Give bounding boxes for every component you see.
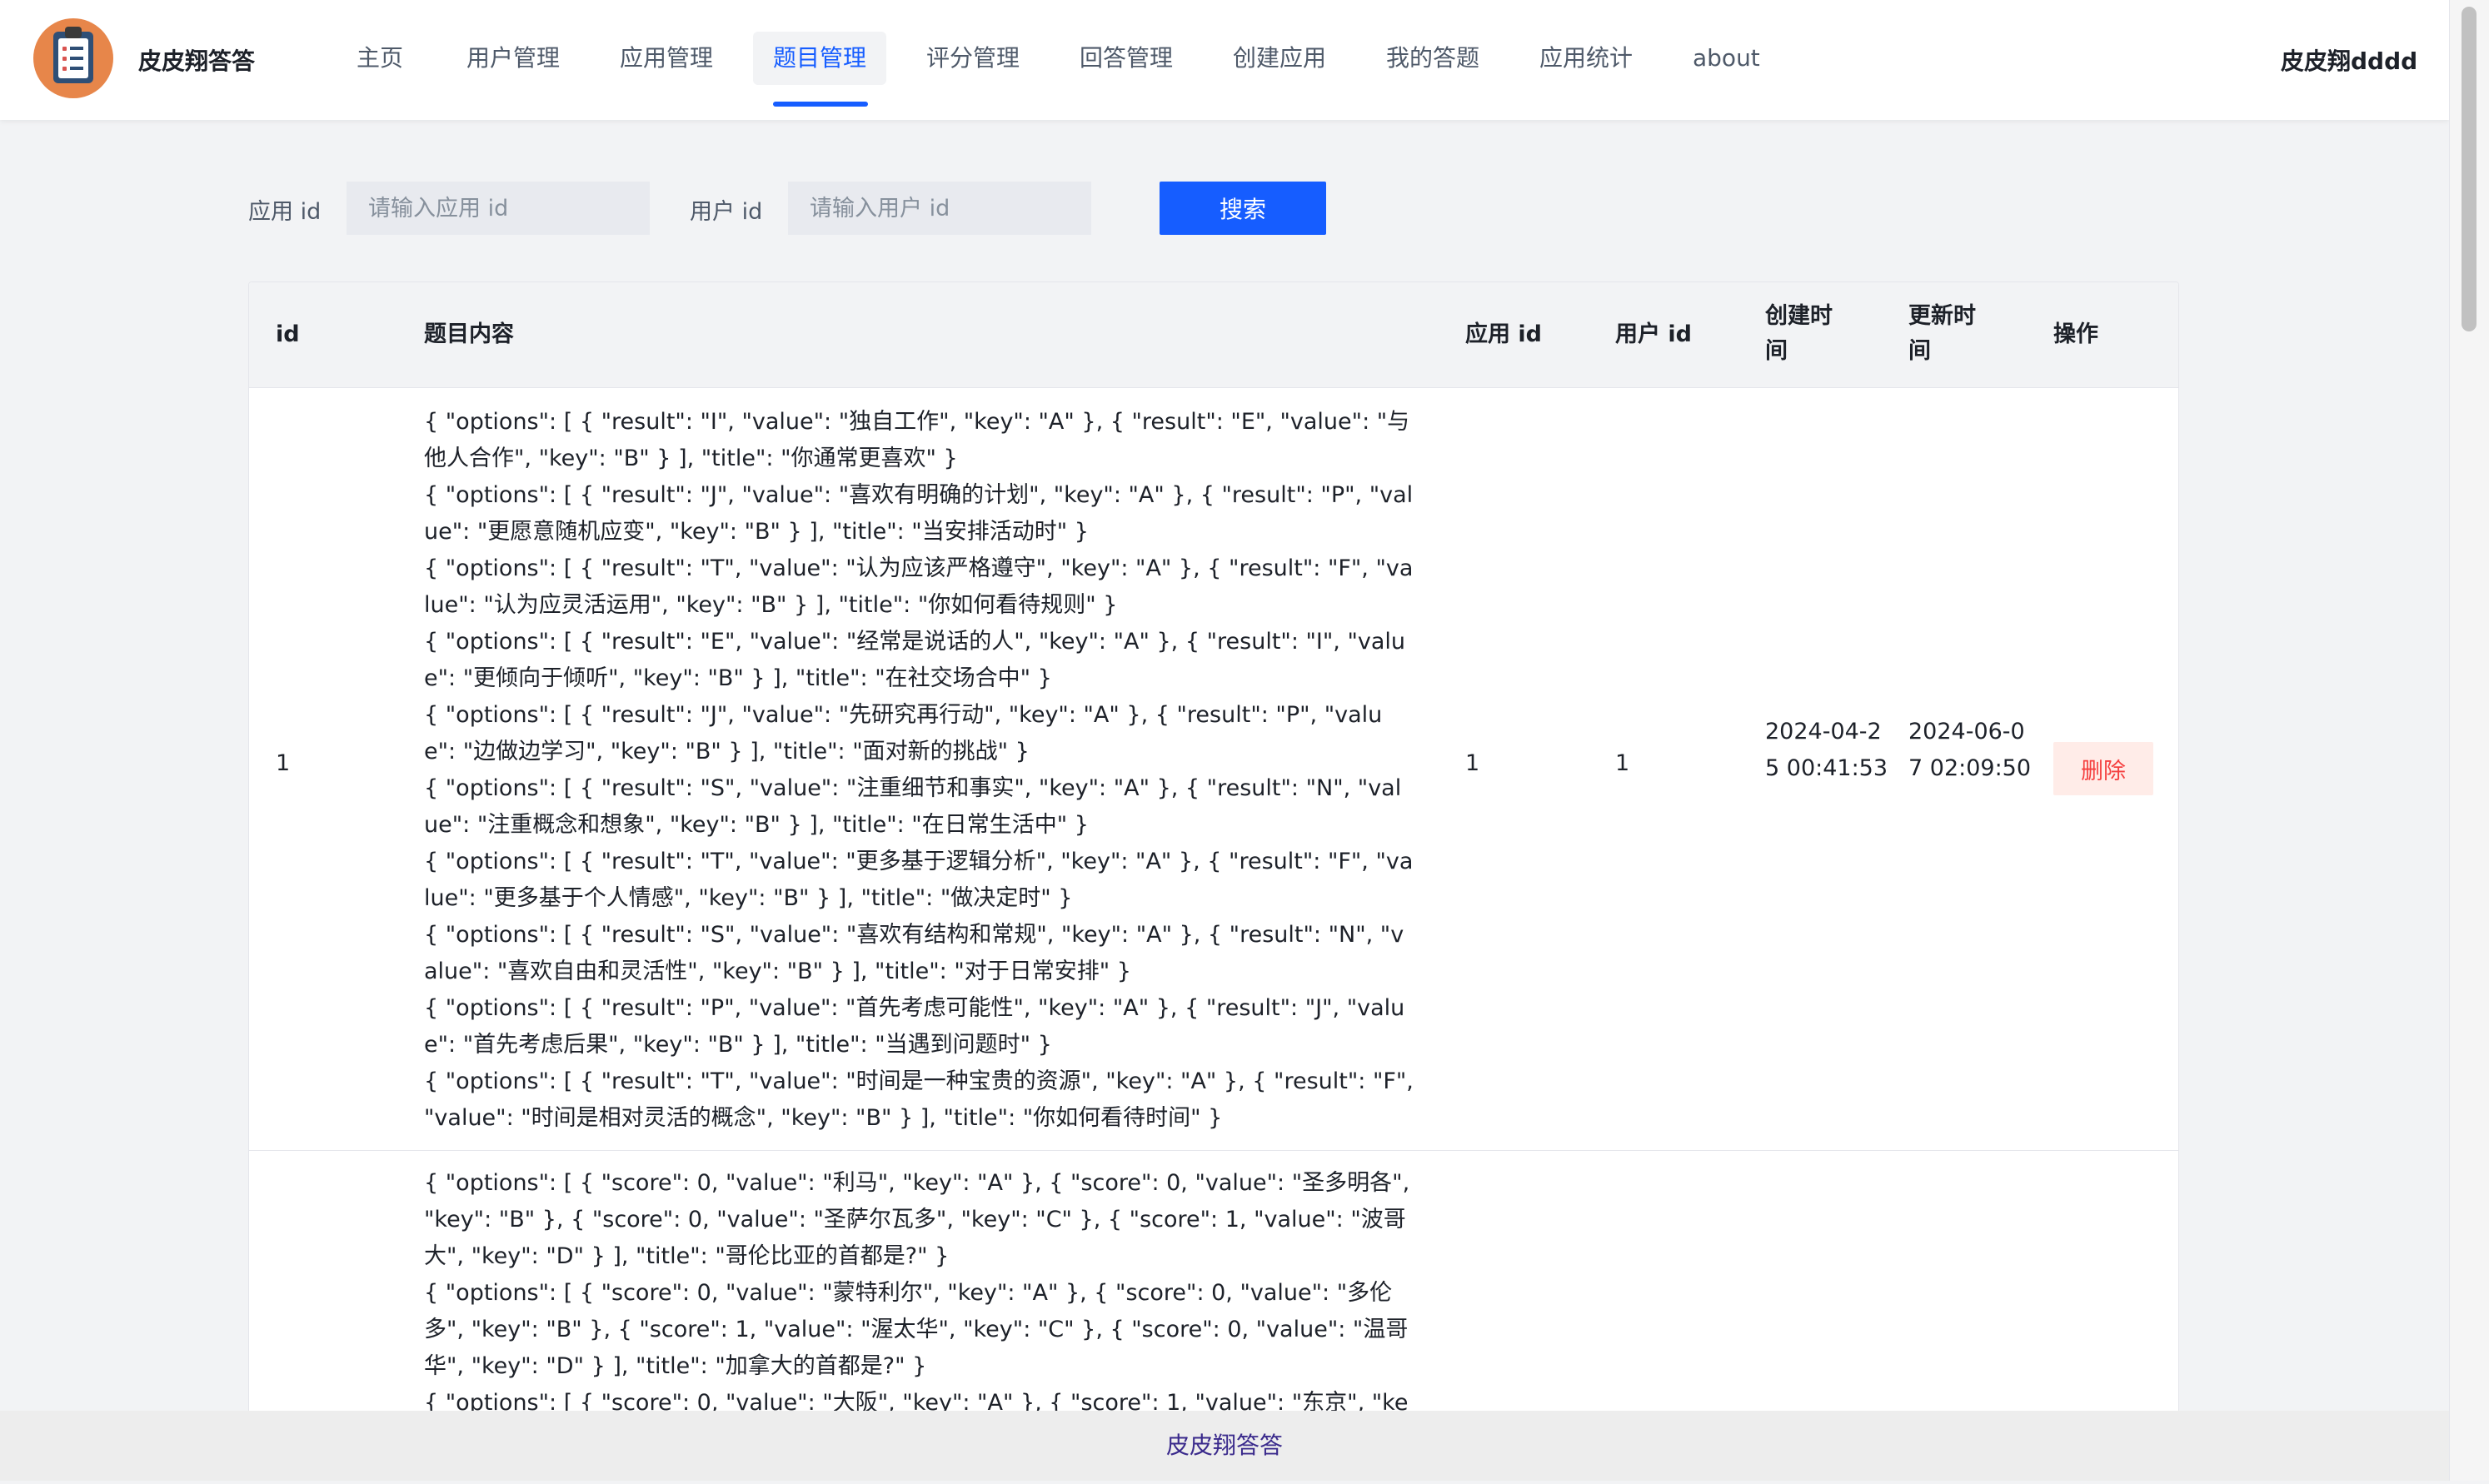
- column-header-create-time: 创建时间: [1765, 303, 1833, 364]
- question-json-line: { "options": [ { "result": "J", "value":…: [424, 482, 1414, 545]
- question-json-line: { "options": [ { "score": 0, "value": "蒙…: [424, 1280, 1409, 1379]
- delete-button[interactable]: 删除: [2053, 742, 2153, 795]
- cell-create-time: 2024-04-25 00:41:53: [1765, 719, 1888, 781]
- active-tab-indicator: [773, 102, 868, 107]
- nav-item-app-stats[interactable]: 应用统计: [1519, 32, 1653, 85]
- app-id-input[interactable]: [347, 182, 650, 235]
- question-json-line: { "options": [ { "result": "E", "value":…: [424, 629, 1406, 691]
- cell-user-id: 1: [1615, 750, 1630, 776]
- current-user-name[interactable]: 皮皮翔dddd: [2281, 43, 2417, 77]
- nav-item-user-admin[interactable]: 用户管理: [446, 32, 580, 85]
- question-json-line: { "options": [ { "result": "S", "value":…: [424, 775, 1402, 838]
- column-header-update-time: 更新时间: [1908, 303, 1976, 364]
- cell-update-time: 2024-06-07 02:09:50: [1908, 719, 2032, 781]
- nav-item-question-admin[interactable]: 题目管理: [753, 32, 887, 85]
- search-button[interactable]: 搜索: [1160, 182, 1326, 235]
- question-json-line: { "options": [ { "result": "I", "value":…: [424, 409, 1410, 471]
- app-id-label: 应用 id: [248, 199, 322, 225]
- nav-item-my-answers[interactable]: 我的答题: [1366, 32, 1499, 85]
- column-header-content: 题目内容: [424, 321, 514, 347]
- app-name[interactable]: 皮皮翔答答: [138, 43, 255, 77]
- column-header-id: id: [276, 321, 300, 347]
- footer-link[interactable]: 皮皮翔答答: [1166, 1432, 1283, 1459]
- question-json-line: { "options": [ { "result": "T", "value":…: [424, 1068, 1414, 1131]
- nav-item-answer-admin[interactable]: 回答管理: [1060, 32, 1193, 85]
- cell-content: { "options": [ { "result": "I", "value":…: [424, 404, 1414, 1137]
- nav-item-app-admin[interactable]: 应用管理: [600, 32, 733, 85]
- page-scrollbar[interactable]: [2449, 0, 2489, 1481]
- question-json-line: { "options": [ { "result": "T", "value":…: [424, 849, 1414, 911]
- table-header: id 题目内容 应用 id 用户 id 创建时间 更新时间 操作: [249, 282, 2178, 388]
- column-header-user-id: 用户 id: [1615, 321, 1692, 347]
- question-json-line: { "options": [ { "result": "P", "value":…: [424, 995, 1405, 1058]
- cell-id: 1: [276, 750, 291, 776]
- nav-item-about[interactable]: about: [1673, 32, 1780, 85]
- question-json-line: { "options": [ { "score": 0, "value": "利…: [424, 1170, 1410, 1269]
- nav-item-scoring-admin[interactable]: 评分管理: [906, 32, 1040, 85]
- scrollbar-thumb[interactable]: [2462, 7, 2477, 331]
- question-json-line: { "options": [ { "result": "S", "value":…: [424, 922, 1404, 984]
- top-header: 皮皮翔答答 主页 用户管理 应用管理 题目管理 评分管理 回答管理 创建应用 我…: [0, 0, 2449, 120]
- question-json-line: { "options": [ { "result": "J", "value":…: [424, 702, 1383, 764]
- questions-table: id 题目内容 应用 id 用户 id 创建时间 更新时间 操作 1 { "op…: [248, 281, 2179, 1481]
- app-logo-icon[interactable]: [33, 18, 113, 98]
- column-header-action: 操作: [2053, 321, 2098, 347]
- cell-app-id: 1: [1465, 750, 1480, 776]
- question-json-line: { "options": [ { "result": "T", "value":…: [424, 555, 1414, 618]
- nav-item-create-app[interactable]: 创建应用: [1213, 32, 1346, 85]
- table-row: 1 { "options": [ { "result": "I", "value…: [249, 387, 2178, 1151]
- page-footer: 皮皮翔答答: [0, 1411, 2449, 1481]
- user-id-label: 用户 id: [690, 199, 763, 225]
- user-id-input[interactable]: [788, 182, 1091, 235]
- column-header-app-id: 应用 id: [1465, 321, 1542, 347]
- nav-item-home[interactable]: 主页: [337, 32, 423, 85]
